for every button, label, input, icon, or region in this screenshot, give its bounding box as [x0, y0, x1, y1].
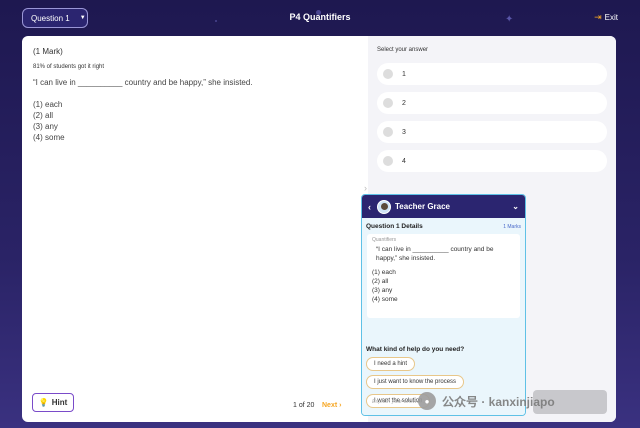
- avatar: [377, 199, 391, 214]
- question-options: (1) each (2) all (3) any (4) some: [33, 99, 65, 143]
- watermark-text: 公众号 · kanxinjiapo: [442, 394, 555, 409]
- answer-option-4[interactable]: 4: [377, 150, 607, 172]
- question-panel: (1 Mark) 81% of students got it right “I…: [22, 36, 368, 422]
- radio-icon: [383, 127, 393, 137]
- answer-option-label: 2: [402, 99, 406, 107]
- answer-option-label: 3: [402, 128, 406, 136]
- help-chip-process[interactable]: I just want to know the process: [366, 375, 465, 389]
- answer-option-label: 4: [402, 157, 406, 165]
- radio-icon: [383, 156, 393, 166]
- details-option: (2) all: [372, 278, 389, 285]
- next-button[interactable]: Next ›: [322, 402, 341, 409]
- question-option: (3) any: [33, 122, 58, 131]
- details-option: (1) each: [372, 269, 396, 276]
- exit-icon: ⇥: [594, 12, 602, 22]
- question-card: (1 Mark) 81% of students got it right “I…: [22, 36, 616, 422]
- hint-label: Hint: [51, 398, 68, 407]
- question-option: (4) some: [33, 133, 65, 142]
- teacher-name: Teacher Grace: [395, 202, 450, 211]
- exit-label: Exit: [604, 13, 618, 22]
- page-indicator: 1 of 20: [293, 402, 315, 409]
- select-answer-label: Select your answer: [377, 47, 429, 53]
- question-marks: (1 Mark): [33, 47, 63, 56]
- exit-button[interactable]: ⇥ Exit: [594, 12, 618, 23]
- teacher-chat-panel: ‹ Teacher Grace ⌄ Question 1 Details 1 M…: [361, 194, 526, 416]
- answer-option-3[interactable]: 3: [377, 121, 607, 143]
- answer-option-label: 1: [402, 70, 406, 78]
- radio-icon: [383, 69, 393, 79]
- radio-icon: [383, 98, 393, 108]
- question-option: (1) each: [33, 100, 63, 109]
- answer-option-2[interactable]: 2: [377, 92, 607, 114]
- lightbulb-icon: 💡: [38, 398, 49, 407]
- hint-button[interactable]: 💡 Hint: [32, 393, 74, 412]
- next-label: Next: [322, 402, 338, 409]
- question-text: “I can live in __________ country and be…: [33, 78, 253, 87]
- details-title: Question 1 Details: [366, 223, 423, 230]
- help-title: What kind of help do you need?: [366, 346, 465, 353]
- answer-option-1[interactable]: 1: [377, 63, 607, 85]
- question-option: (2) all: [33, 111, 54, 120]
- chat-header: ‹ Teacher Grace ⌄: [362, 195, 525, 218]
- details-option: (4) some: [372, 296, 398, 303]
- details-question: “I can live in __________ country and be…: [376, 246, 494, 262]
- wechat-icon: ●: [418, 392, 436, 410]
- page-title: P4 Quantifiers: [289, 12, 351, 22]
- chevron-right-icon: ›: [364, 183, 367, 193]
- chevron-right-icon: ›: [339, 402, 342, 409]
- help-chip-hint[interactable]: I need a hint: [366, 357, 416, 371]
- watermark: ● 公众号 · kanxinjiapo: [418, 392, 555, 410]
- back-icon[interactable]: ‹: [368, 202, 371, 212]
- details-topic: Quantifiers: [372, 237, 397, 243]
- details-marks: 1 Marks: [503, 224, 521, 230]
- details-option: (3) any: [372, 287, 393, 294]
- question-details-box: Quantifiers “I can live in __________ co…: [367, 234, 520, 318]
- chat-body: Question 1 Details 1 Marks Quantifiers “…: [362, 218, 525, 415]
- percent-correct: 81% of students got it right: [33, 64, 105, 70]
- chevron-down-icon[interactable]: ⌄: [512, 202, 519, 211]
